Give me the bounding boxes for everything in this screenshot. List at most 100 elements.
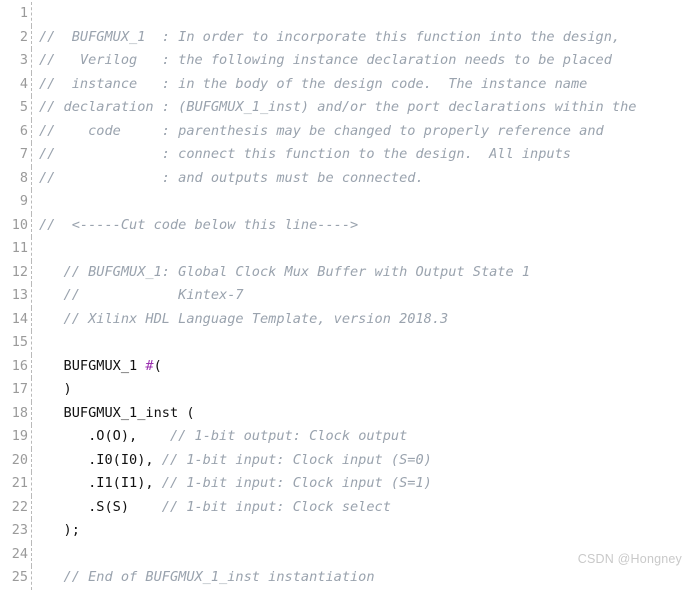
- code-line[interactable]: 17 ): [0, 378, 690, 402]
- code-lines-container[interactable]: 1 2// BUFGMUX_1 : In order to incorporate…: [0, 2, 690, 590]
- code-token-comment: // 1-bit output: Clock output: [169, 428, 408, 444]
- line-number: 23: [11, 522, 28, 538]
- gutter-divider: [28, 72, 36, 97]
- gutter-divider: [28, 354, 36, 379]
- code-line-content[interactable]: ): [36, 378, 690, 402]
- code-line[interactable]: 8 // : and outputs must be connected.: [0, 166, 690, 191]
- code-token-comment: // End of BUFGMUX_1_inst instantiation: [39, 569, 375, 585]
- code-token-comment: // Kintex-7: [39, 287, 244, 303]
- gutter-divider: [28, 190, 36, 214]
- code-token-code: BUFGMUX_1_inst (: [39, 404, 195, 421]
- code-token-comment: // Verilog : the following instance decl…: [39, 52, 612, 68]
- code-token-code: .S(S): [39, 498, 162, 515]
- gutter-divider: [28, 119, 36, 144]
- code-line[interactable]: 12 // BUFGMUX_1: Global Clock Mux Buffer…: [0, 260, 690, 285]
- code-editor[interactable]: 1 2// BUFGMUX_1 : In order to incorporate…: [0, 0, 690, 590]
- code-line-content[interactable]: // Xilinx HDL Language Template, version…: [36, 308, 690, 332]
- code-line-content[interactable]: // BUFGMUX_1 : In order to incorporate t…: [36, 26, 690, 50]
- code-line-content[interactable]: // code : parenthesis may be changed to …: [36, 120, 690, 144]
- code-line[interactable]: 7 // : connect this function to the desig…: [0, 143, 690, 167]
- gutter-divider: [28, 401, 36, 426]
- gutter-divider: [28, 213, 36, 238]
- gutter-divider: [28, 284, 36, 308]
- line-number: 16: [11, 357, 28, 374]
- code-line[interactable]: 11: [0, 237, 690, 261]
- code-line[interactable]: 23 );: [0, 519, 690, 543]
- code-line[interactable]: 18 BUFGMUX_1_inst (: [0, 401, 690, 426]
- code-line[interactable]: 21 .I1(I1), // 1-bit input: Clock input …: [0, 472, 690, 496]
- gutter-divider: [28, 25, 36, 50]
- code-line[interactable]: 22 .S(S) // 1-bit input: Clock select: [0, 495, 690, 520]
- code-line-content[interactable]: .O(O), // 1-bit output: Clock output: [36, 425, 690, 449]
- gutter-divider: [28, 331, 36, 355]
- code-line[interactable]: 19 .O(O), // 1-bit output: Clock output: [0, 425, 690, 449]
- line-number: 15: [11, 334, 28, 350]
- code-line[interactable]: 5 // declaration : (BUFGMUX_1_inst) and/o…: [0, 96, 690, 120]
- code-line[interactable]: 16 BUFGMUX_1 #(: [0, 354, 690, 379]
- code-token-comment: // instance : in the body of the design …: [39, 75, 588, 92]
- watermark-label: CSDN @Hongney: [577, 552, 682, 566]
- gutter-divider: [28, 49, 36, 73]
- line-number: 22: [11, 498, 28, 515]
- gutter-divider: [28, 237, 36, 261]
- code-token-comment: // Xilinx HDL Language Template, version…: [39, 310, 449, 327]
- code-line-content[interactable]: BUFGMUX_1 #(: [36, 355, 690, 379]
- line-number: 5: [19, 99, 28, 115]
- line-number: 1: [19, 5, 28, 21]
- code-token-code: .I0(I0),: [39, 451, 162, 468]
- line-number: 24: [11, 545, 28, 562]
- code-line-content[interactable]: .I1(I1), // 1-bit input: Clock input (S=…: [36, 472, 690, 496]
- code-token-code: (: [153, 357, 162, 374]
- gutter-divider: [28, 307, 36, 332]
- line-number: 12: [11, 263, 28, 280]
- gutter-divider: [28, 495, 36, 520]
- code-line[interactable]: 9: [0, 190, 690, 214]
- code-line[interactable]: 10 // <-----Cut code below this line---->: [0, 213, 690, 238]
- line-number: 13: [11, 287, 28, 303]
- gutter-divider: [28, 2, 36, 26]
- code-line[interactable]: 1: [0, 2, 690, 26]
- gutter-divider: [28, 472, 36, 496]
- code-line[interactable]: 14 // Xilinx HDL Language Template, vers…: [0, 307, 690, 332]
- code-line-content[interactable]: // Verilog : the following instance decl…: [36, 49, 690, 73]
- code-line-content[interactable]: BUFGMUX_1_inst (: [36, 402, 690, 426]
- code-line-content[interactable]: // instance : in the body of the design …: [36, 73, 690, 97]
- gutter-divider: [28, 542, 36, 567]
- code-line-content[interactable]: .S(S) // 1-bit input: Clock select: [36, 496, 690, 520]
- code-line[interactable]: 20 .I0(I0), // 1-bit input: Clock input …: [0, 448, 690, 473]
- code-line[interactable]: 3 // Verilog : the following instance dec…: [0, 49, 690, 73]
- code-token-comment: // <-----Cut code below this line---->: [39, 216, 359, 233]
- code-token-code: BUFGMUX_1: [39, 357, 146, 374]
- line-number: 2: [19, 28, 28, 45]
- code-line-content[interactable]: // Kintex-7: [36, 284, 690, 308]
- line-number: 4: [19, 75, 28, 92]
- code-line[interactable]: 6 // code : parenthesis may be changed to…: [0, 119, 690, 144]
- code-line-content[interactable]: // declaration : (BUFGMUX_1_inst) and/or…: [36, 96, 690, 120]
- gutter-divider: [28, 448, 36, 473]
- code-line-content[interactable]: // BUFGMUX_1: Global Clock Mux Buffer wi…: [36, 261, 690, 285]
- code-line[interactable]: 15: [0, 331, 690, 355]
- code-token-code: );: [39, 522, 80, 538]
- code-line-content[interactable]: // : connect this function to the design…: [36, 143, 690, 167]
- gutter-divider: [28, 166, 36, 191]
- line-number: 9: [19, 193, 28, 209]
- code-line-content[interactable]: // : and outputs must be connected.: [36, 167, 690, 191]
- line-number: 11: [11, 240, 28, 256]
- code-line-content[interactable]: // <-----Cut code below this line---->: [36, 214, 690, 238]
- line-number: 19: [11, 428, 28, 444]
- code-line-content[interactable]: .I0(I0), // 1-bit input: Clock input (S=…: [36, 449, 690, 473]
- line-number: 10: [11, 216, 28, 233]
- code-line[interactable]: 4 // instance : in the body of the design…: [0, 72, 690, 97]
- code-line-content[interactable]: );: [36, 519, 690, 543]
- code-token-comment: // BUFGMUX_1 : In order to incorporate t…: [39, 28, 621, 45]
- code-token-code: ): [39, 381, 72, 397]
- line-number: 6: [19, 122, 28, 139]
- code-token-operator: #: [145, 357, 154, 374]
- line-number: 17: [11, 381, 28, 397]
- code-token-comment: // : and outputs must be connected.: [39, 169, 424, 186]
- code-token-comment: // BUFGMUX_1: Global Clock Mux Buffer wi…: [39, 263, 531, 280]
- code-line[interactable]: 13 // Kintex-7: [0, 284, 690, 308]
- code-line[interactable]: 2 // BUFGMUX_1 : In order to incorporate …: [0, 25, 690, 50]
- line-number: 21: [11, 475, 28, 491]
- gutter-divider: [28, 425, 36, 449]
